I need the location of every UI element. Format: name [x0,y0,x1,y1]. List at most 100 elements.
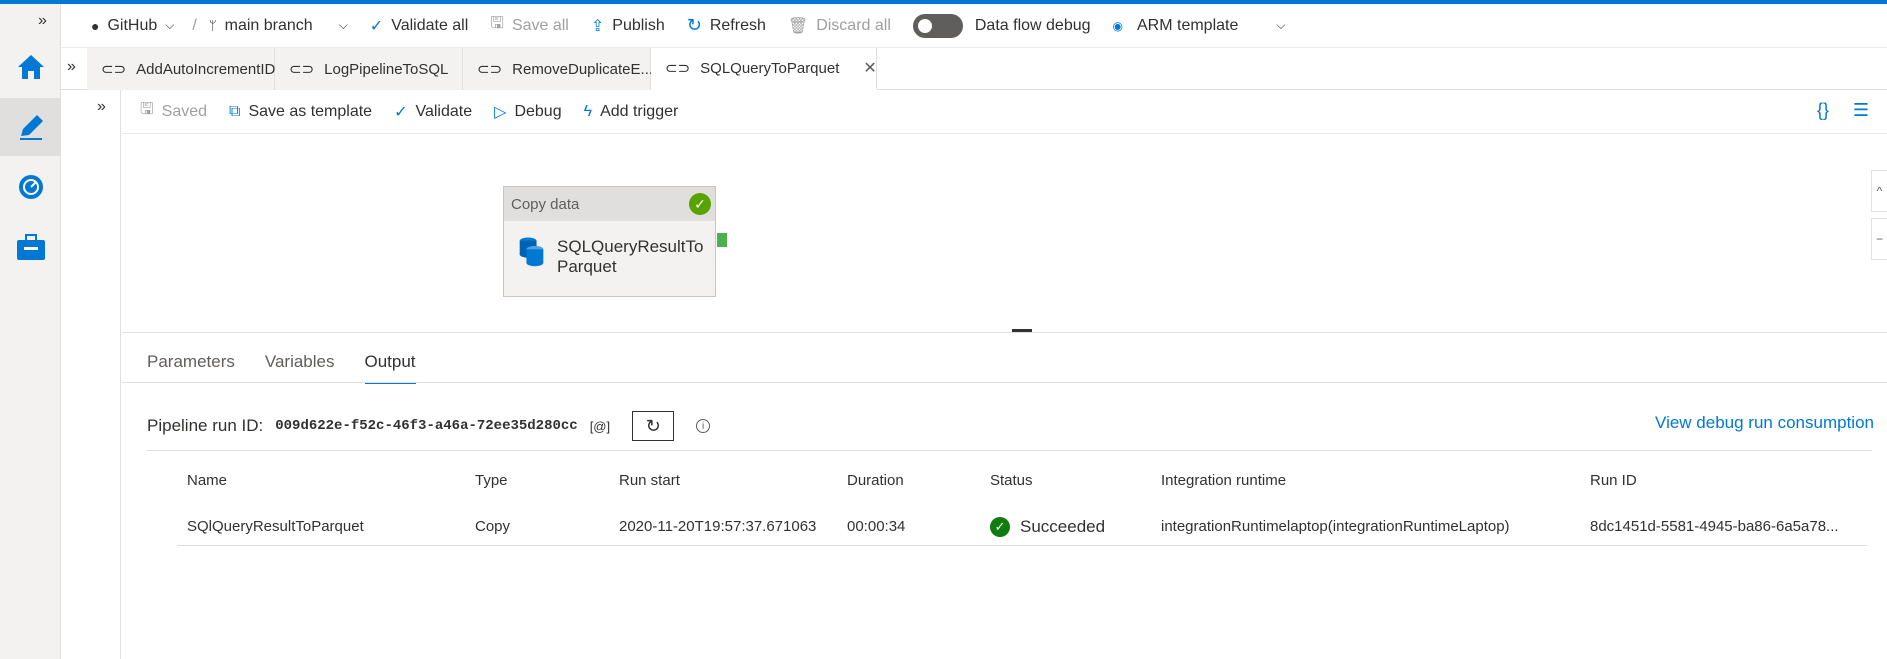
nav-monitor[interactable] [0,158,61,216]
output-table-header: Name Type Run start Duration Status Inte… [177,462,1867,498]
success-check-icon: ✓ [689,193,711,215]
factory-toolbar: ● GitHub ⌵ / ᛘ main branch ⌵ ✓ Validate … [61,4,1887,48]
nav-author[interactable] [0,98,61,156]
toggle-switch[interactable] [912,13,963,38]
header-integration-runtime: Integration runtime [1161,471,1287,489]
nav-home[interactable] [0,38,61,96]
arm-template-icon: ◉ [1112,18,1123,33]
refresh-output-button[interactable]: ↻ [632,411,675,441]
add-trigger-label: Add trigger [600,102,679,120]
pipeline-run-row: Pipeline run ID: 009d622e-f52c-46f3-a46a… [147,408,1877,444]
header-duration: Duration [847,471,904,489]
expand-activities-icon[interactable]: » [97,98,106,116]
refresh-icon: ↻ [645,415,661,436]
tab-variables[interactable]: Variables [265,344,335,384]
arm-template-menu[interactable]: ◉ ARM template ⌵ [1113,17,1286,35]
save-as-template-button[interactable]: ⧉ Save as template [229,103,372,121]
zoom-in-control[interactable]: ^ [1871,170,1887,212]
upload-icon: ⇪ [590,17,605,35]
arm-template-label: ARM template [1137,16,1239,34]
expand-resources-icon[interactable]: » [67,58,76,76]
activities-pane-collapsed: » [61,90,121,659]
activity-body: SQLQueryResultToParquet [504,221,715,277]
close-icon[interactable]: ✕ [863,58,876,78]
pipeline-icon: ⊂⊃ [665,60,691,77]
canvas-divider [122,332,1887,333]
expand-nav-icon[interactable]: » [38,12,47,30]
tab-removeduplicate[interactable]: ⊂⊃ RemoveDuplicateE... [463,48,654,90]
editor-tabs: » ⊂⊃ AddAutoIncrementID ⊂⊃ LogPipelineTo… [61,48,1887,90]
tab-sqlquerytoparquet[interactable]: ⊂⊃ SQLQueryToParquet ✕ [651,48,877,90]
pipeline-icon: ⊂⊃ [477,61,503,78]
left-nav: » [0,4,61,659]
data-flow-debug-label: Data flow debug [974,16,1091,34]
lightning-icon: ϟ [583,102,593,120]
tab-addautoincrementid[interactable]: ⊂⊃ AddAutoIncrementID [87,48,275,90]
info-icon[interactable]: i [696,419,711,433]
save-all-button[interactable]: 🖫 Save all [490,12,569,39]
header-status: Status [990,471,1033,489]
cell-status: ✓ Succeeded [990,516,1160,537]
zoom-out-control[interactable]: − [1871,218,1887,260]
refresh-button[interactable]: ↻ Refresh [687,15,766,36]
pipeline-icon: ⊂⊃ [289,61,315,78]
validate-all-button[interactable]: ✓ Validate all [370,16,469,36]
view-debug-run-consumption-link[interactable]: View debug run consumption [1655,413,1874,433]
properties-sliders-icon[interactable]: ☰ [1853,100,1869,121]
code-braces-icon[interactable]: {} [1817,100,1829,121]
github-icon: ● [91,17,100,34]
debug-button[interactable]: ▷ Debug [494,102,561,122]
pipeline-run-id-label: Pipeline run ID: [147,416,264,435]
pipeline-canvas[interactable]: Copy data ✓ SQLQueryResultToParquet ^ − [122,134,1887,332]
save-icon: 🖫 [490,15,504,32]
tab-logpipelinetosql[interactable]: ⊂⊃ LogPipelineToSQL [275,48,463,90]
refresh-label: Refresh [709,16,766,34]
success-check-icon: ✓ [990,516,1010,537]
chevron-down-icon: ⌵ [1276,18,1286,32]
cell-name[interactable]: SQlQueryResultToParquet [187,518,467,535]
saved-button[interactable]: 🖫 Saved [140,98,207,125]
toolbox-icon [16,234,45,260]
validate-button[interactable]: ✓ Validate [394,102,472,122]
save-icon: 🖫 [140,101,154,118]
discard-all-button[interactable]: 🗑 Discard all [788,16,891,36]
properties-panel-tabs: Parameters Variables Output [122,344,416,384]
validate-label: Validate [415,102,473,120]
branch-icon: ᛘ [208,18,217,33]
branch-selector[interactable]: ᛘ main branch ⌵ [209,17,348,35]
tab-label: AddAutoIncrementID [136,60,276,78]
home-icon [17,55,44,79]
cell-duration: 00:00:34 [847,518,906,535]
publish-button[interactable]: ⇪ Publish [591,16,665,36]
discard-all-label: Discard all [816,16,891,34]
add-trigger-button[interactable]: ϟ Add trigger [584,103,679,121]
tab-output[interactable]: Output [364,344,416,384]
checkmark-icon: ✓ [394,103,408,121]
nav-manage[interactable] [0,218,61,276]
panel-resize-handle[interactable] [1012,329,1032,332]
branch-label: main branch [224,16,313,34]
pipeline-command-bar: 🖫 Saved ⧉ Save as template ✓ Validate ▷ … [122,90,1887,134]
header-run-id: Run ID [1590,471,1637,489]
status-text: Succeeded [1020,516,1106,536]
tab-parameters[interactable]: Parameters [147,344,235,384]
pencil-icon [19,115,43,140]
activity-name: SQLQueryResultToParquet [557,237,704,276]
tab-label: LogPipelineToSQL [324,60,449,78]
repo-label: GitHub [107,16,158,34]
trash-icon: 🗑 [787,17,809,35]
database-copy-icon [519,237,544,267]
activity-type-label: Copy data [511,195,580,213]
panel-tabs-divider [122,382,1887,383]
data-flow-debug-toggle[interactable]: Data flow debug [912,13,1091,38]
table-row[interactable]: SQlQueryResultToParquet Copy 2020-11-20T… [177,508,1867,546]
copy-icon[interactable]: [@] [590,419,610,434]
repo-selector[interactable]: ● GitHub ⌵ [91,17,174,35]
saved-label: Saved [161,102,208,120]
cell-run-start: 2020-11-20T19:57:37.671063 [619,518,817,535]
checkmark-icon: ✓ [369,17,384,35]
success-output-port[interactable] [717,233,727,247]
debug-label: Debug [514,102,562,120]
tab-label: RemoveDuplicateE... [512,60,654,78]
copy-data-activity[interactable]: Copy data ✓ SQLQueryResultToParquet [503,186,727,297]
